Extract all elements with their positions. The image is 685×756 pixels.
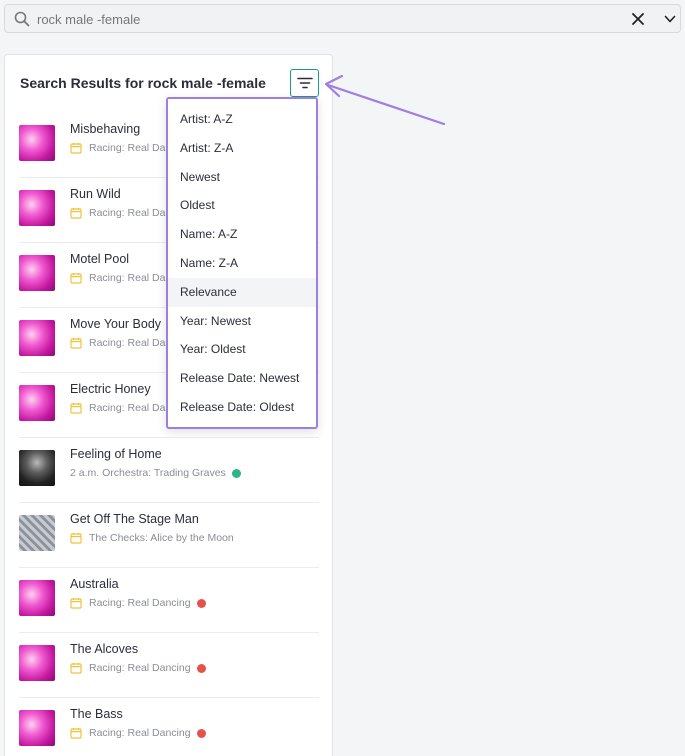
album-thumbnail [19,450,55,486]
album-thumbnail [19,255,55,291]
album-thumbnail [19,515,55,551]
sort-option[interactable]: Name: Z-A [168,249,316,278]
result-row[interactable]: Get Off The Stage Man The Checks: Alice b… [19,503,319,568]
calendar-icon [70,598,82,609]
result-subtitle-line: Racing: Real Dancing [70,727,206,739]
result-row[interactable]: The Alcoves Racing: Real Dancing [19,633,319,698]
result-title: Move Your Body [70,317,162,331]
calendar-icon [70,273,82,284]
album-thumbnail [19,385,55,421]
sort-option[interactable]: Oldest [168,191,316,220]
album-thumbnail [19,580,55,616]
search-icon [14,11,30,27]
sort-option[interactable]: Year: Newest [168,307,316,336]
result-subtitle: Racing: Real Da [89,402,166,414]
result-title: Feeling of Home [70,447,162,461]
calendar-icon [70,143,82,154]
results-title: Search Results for rock male -female [20,75,266,91]
annotation-arrow-icon [324,74,446,126]
result-subtitle-line: Racing: Real Dancing [70,662,206,674]
result-subtitle: Racing: Real Da [89,272,166,284]
sort-option[interactable]: Name: A-Z [168,220,316,249]
clear-icon[interactable] [631,12,645,26]
calendar-icon [70,663,82,674]
result-title: Australia [70,577,119,591]
sort-option[interactable]: Year: Oldest [168,335,316,364]
result-subtitle: Racing: Real Dancing [89,662,191,674]
result-subtitle-line: Racing: Real Da [70,272,165,284]
result-title: Get Off The Stage Man [70,512,199,526]
result-subtitle: 2 a.m. Orchestra: Trading Graves [70,467,226,479]
calendar-icon [70,533,82,544]
result-subtitle: The Checks: Alice by the Moon [89,532,234,544]
filter-icon [297,77,313,89]
result-row[interactable]: Australia Racing: Real Dancing [19,568,319,633]
status-dot [196,663,206,673]
result-title: Misbehaving [70,122,141,136]
calendar-icon [70,338,82,349]
result-subtitle: Racing: Real Da [89,142,166,154]
result-subtitle: Racing: Real Da [89,207,166,219]
result-title: Electric Honey [70,382,151,396]
chevron-down-icon[interactable] [664,13,676,25]
result-subtitle-line: 2 a.m. Orchestra: Trading Graves [70,467,241,479]
calendar-icon [70,208,82,219]
result-title: Run Wild [70,187,121,201]
calendar-icon [70,728,82,739]
result-title: The Alcoves [70,642,139,656]
result-title: Motel Pool [70,252,130,266]
result-subtitle-line: Racing: Real Dancing [70,597,206,609]
result-row[interactable]: Feeling of Home 2 a.m. Orchestra: Trading… [19,438,319,503]
status-dot [196,598,206,608]
sort-option[interactable]: Release Date: Newest [168,364,316,393]
album-thumbnail [19,645,55,681]
album-thumbnail [19,320,55,356]
result-subtitle-line: The Checks: Alice by the Moon [70,532,234,544]
result-subtitle-line: Racing: Real Da [70,207,165,219]
sort-option[interactable]: Relevance [168,277,316,307]
search-input[interactable] [37,8,597,30]
result-row[interactable]: The Bass Racing: Real Dancing [19,698,319,756]
result-subtitle-line: Racing: Real Da [70,402,165,414]
album-thumbnail [19,190,55,226]
status-dot [231,468,241,478]
result-subtitle: Racing: Real Dancing [89,727,191,739]
result-subtitle-line: Racing: Real Da [70,142,165,154]
sort-option[interactable]: Artist: Z-A [168,134,316,163]
sort-option[interactable]: Newest [168,163,316,192]
album-thumbnail [19,125,55,161]
sort-option[interactable]: Release Date: Oldest [168,393,316,422]
result-subtitle: Racing: Real Da [89,337,166,349]
search-bar [4,4,681,33]
album-thumbnail [19,710,55,746]
result-subtitle-line: Racing: Real Da [70,337,165,349]
sort-dropdown: Artist: A-Z Artist: Z-A Newest Oldest Name: … [166,97,318,429]
result-subtitle: Racing: Real Dancing [89,597,191,609]
calendar-icon [70,403,82,414]
sort-option[interactable]: Artist: A-Z [168,105,316,134]
result-title: The Bass [70,707,123,721]
status-dot [196,728,206,738]
sort-filter-button[interactable] [290,69,319,97]
